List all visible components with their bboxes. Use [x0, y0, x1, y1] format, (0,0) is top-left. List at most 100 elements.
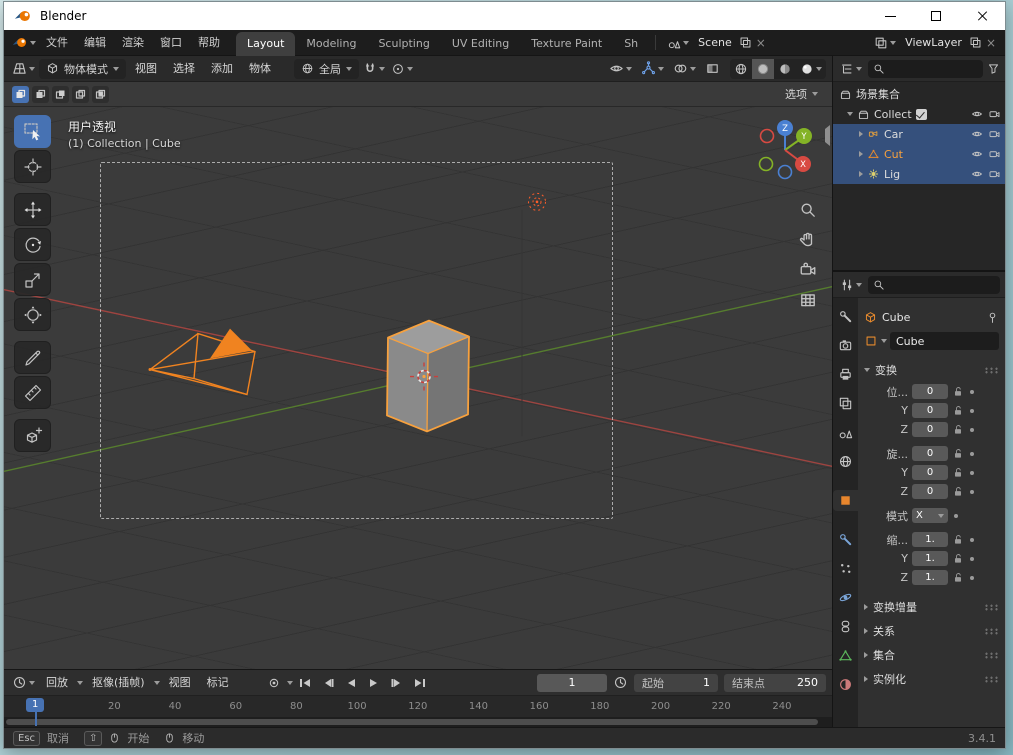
rotation-x-field[interactable]: 0 [912, 446, 948, 461]
outliner-item-light[interactable]: Lig [833, 164, 1005, 184]
location-z-field[interactable]: 0 [912, 422, 948, 437]
blender-menu-button[interactable] [10, 33, 38, 53]
tab-constraints[interactable] [833, 616, 858, 637]
tool-select-box[interactable] [14, 115, 51, 148]
shading-solid-button[interactable] [752, 58, 774, 79]
navigation-gizmo[interactable]: Z Y X [752, 117, 818, 183]
timeline-editor-type-button[interactable] [10, 673, 37, 693]
playhead-marker[interactable]: 1 [26, 698, 45, 726]
tab-uv-editing[interactable]: UV Editing [441, 32, 520, 56]
rotation-z-field[interactable]: 0 [912, 484, 948, 499]
outliner-item-camera[interactable]: Car [833, 124, 1005, 144]
scene-browse-button[interactable] [665, 33, 691, 53]
collections-section-header[interactable]: 集合 [864, 643, 999, 667]
tool-cursor[interactable] [14, 150, 51, 183]
tab-layout[interactable]: Layout [236, 31, 296, 56]
relations-section-header[interactable]: 关系 [864, 619, 999, 643]
scrollbar-thumb[interactable] [6, 719, 818, 725]
outliner-search-input[interactable] [868, 59, 983, 78]
tab-output[interactable] [833, 364, 858, 385]
tab-particles[interactable] [833, 558, 858, 579]
pan-hand-icon[interactable] [799, 231, 817, 249]
jump-next-keyframe-button[interactable] [387, 674, 408, 692]
orthographic-grid-icon[interactable] [799, 291, 817, 309]
new-viewlayer-icon[interactable] [969, 36, 982, 49]
xray-toggle[interactable] [703, 59, 722, 79]
tool-annotate[interactable] [14, 341, 51, 374]
mode-dropdown[interactable]: 物体模式 [39, 58, 126, 79]
gizmo-y-negative[interactable] [758, 156, 774, 172]
proportional-editing-toggle[interactable] [389, 59, 415, 79]
section-menu-grip-icon[interactable] [984, 675, 999, 683]
tool-measure[interactable] [14, 376, 51, 409]
tool-scale[interactable] [14, 263, 51, 296]
menu-render[interactable]: 渲染 [114, 30, 152, 56]
scale-x-field[interactable]: 1. [912, 532, 948, 547]
instancing-section-header[interactable]: 实例化 [864, 667, 999, 691]
select-mode-intersect-button[interactable] [92, 85, 109, 103]
jump-to-end-button[interactable] [410, 674, 431, 692]
animate-dot-icon[interactable] [970, 537, 974, 542]
render-visibility-icon[interactable] [988, 128, 1001, 140]
lock-icon[interactable] [952, 571, 964, 584]
tab-render[interactable] [833, 335, 858, 356]
menu-timeline-view[interactable]: 视图 [162, 670, 198, 696]
select-mode-subtract-button[interactable] [52, 85, 69, 103]
select-mode-set-button[interactable] [12, 85, 29, 103]
shading-material-button[interactable] [774, 59, 796, 79]
transform-section-header[interactable]: 变换 [864, 358, 999, 382]
delta-transform-section-header[interactable]: 变换增量 [864, 595, 999, 619]
lock-icon[interactable] [952, 552, 964, 565]
tab-material[interactable] [833, 674, 858, 695]
shading-rendered-button[interactable] [796, 59, 826, 79]
tab-modeling[interactable]: Modeling [295, 32, 367, 56]
collection-checkbox[interactable] [915, 108, 927, 120]
animate-dot-icon[interactable] [970, 408, 974, 413]
remove-viewlayer-icon[interactable]: × [986, 37, 996, 49]
frame-start-field[interactable]: 起始 1 [634, 673, 718, 692]
new-scene-icon[interactable] [739, 36, 752, 49]
camera-view-icon[interactable] [799, 261, 817, 279]
animate-dot-icon[interactable] [970, 556, 974, 561]
jump-previous-keyframe-button[interactable] [318, 674, 339, 692]
tab-physics[interactable] [833, 587, 858, 608]
tool-transform[interactable] [14, 298, 51, 331]
animate-dot-icon[interactable] [970, 470, 974, 475]
outliner-item-cube[interactable]: Cut [833, 144, 1005, 164]
animate-dot-icon[interactable] [970, 451, 974, 456]
shading-wireframe-button[interactable] [730, 59, 752, 79]
editor-type-button[interactable] [10, 59, 37, 79]
play-reverse-button[interactable] [341, 674, 362, 692]
breadcrumb-object-name[interactable]: Cube [882, 311, 910, 324]
lock-icon[interactable] [952, 485, 964, 498]
menu-file[interactable]: 文件 [38, 30, 76, 56]
lock-icon[interactable] [952, 423, 964, 436]
lock-icon[interactable] [952, 404, 964, 417]
animate-dot-icon[interactable] [954, 513, 958, 518]
jump-to-start-button[interactable] [295, 674, 316, 692]
animate-dot-icon[interactable] [970, 489, 974, 494]
tab-sculpting[interactable]: Sculpting [367, 32, 440, 56]
properties-editor-type-button[interactable] [838, 275, 864, 295]
rotation-mode-dropdown[interactable]: X [912, 508, 948, 523]
scale-y-field[interactable]: 1. [912, 551, 948, 566]
location-x-field[interactable]: 0 [912, 384, 948, 399]
filter-icon[interactable] [987, 62, 1000, 75]
expand-icon[interactable] [859, 171, 863, 177]
select-mode-invert-button[interactable] [72, 85, 89, 103]
viewport-3d[interactable]: 用户透视 (1) Collection | Cube Z Y X [4, 107, 832, 669]
expand-icon[interactable] [847, 112, 853, 116]
minimize-button[interactable] [867, 2, 913, 30]
outliner-editor-type-button[interactable] [838, 59, 864, 79]
unlink-scene-icon[interactable]: × [756, 37, 766, 49]
expand-icon[interactable] [859, 151, 863, 157]
scale-z-field[interactable]: 1. [912, 570, 948, 585]
location-y-field[interactable]: 0 [912, 403, 948, 418]
render-visibility-icon[interactable] [988, 168, 1001, 180]
tab-texture-paint[interactable]: Texture Paint [520, 32, 613, 56]
tool-options-dropdown[interactable]: 选项 [779, 86, 824, 102]
snap-toggle[interactable] [361, 59, 387, 79]
gizmos-dropdown[interactable] [639, 59, 666, 79]
menu-add[interactable]: 添加 [204, 56, 240, 82]
menu-select[interactable]: 选择 [166, 56, 202, 82]
